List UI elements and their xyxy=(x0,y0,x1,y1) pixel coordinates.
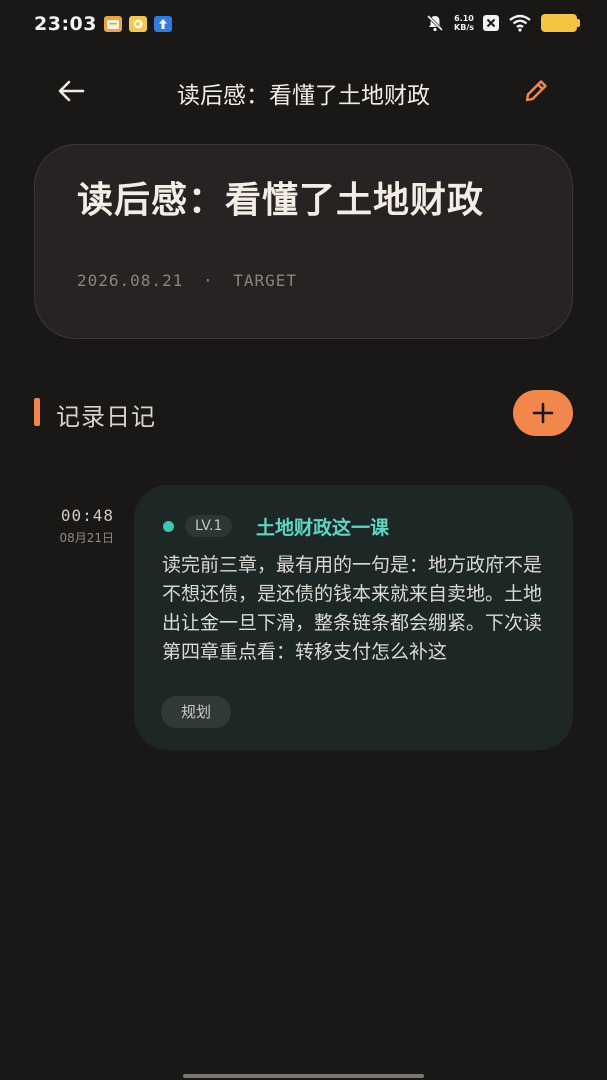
entry-time: 00:48 xyxy=(60,506,114,525)
upload-icon xyxy=(154,16,172,32)
entry-title: 土地财政这一课 xyxy=(256,517,390,539)
entry-level-badge: LV.1 xyxy=(185,515,233,537)
screen: 23:03 6.10 KB/s 读后感：看懂了土地财政 读后感：看懂了土地财政 … xyxy=(0,0,607,1080)
entry-body: 读完前三章，最有用的一句是：地方政府不是不想还债，是还债的钱本来就来自卖地。土地… xyxy=(162,554,543,663)
entry-status-dot xyxy=(163,521,174,532)
diary-title: 读后感：看懂了土地财政 xyxy=(77,180,485,221)
home-indicator[interactable] xyxy=(183,1074,424,1078)
x-icon xyxy=(483,15,499,31)
diary-meta: 2026.08.21 · TARGET xyxy=(77,271,297,290)
app-notification-icon xyxy=(129,16,147,32)
entry-date: 08月21日 xyxy=(59,531,114,545)
diary-summary-card: 读后感：看懂了土地财政 2026.08.21 · TARGET xyxy=(34,144,573,339)
mute-bell-icon xyxy=(426,14,444,32)
section-accent-bar xyxy=(34,398,40,426)
status-time: 23:03 xyxy=(34,13,97,35)
pencil-icon xyxy=(525,80,547,102)
section-title: 记录日记 xyxy=(56,403,156,431)
diary-entry-card[interactable]: LV.1 土地财政这一课 读完前三章，最有用的一句是：地方政府不是不想还债，是还… xyxy=(134,485,573,750)
plus-icon xyxy=(532,402,554,424)
diary-date: 2026.08.21 xyxy=(77,271,184,290)
status-bar: 23:03 6.10 KB/s xyxy=(0,0,607,50)
network-speed: 6.10 KB/s xyxy=(454,14,474,32)
meta-separator: · xyxy=(202,271,214,290)
entry-tag[interactable]: 规划 xyxy=(161,696,232,728)
app-bar: 读后感：看懂了土地财政 xyxy=(0,60,607,120)
status-right: 6.10 KB/s xyxy=(425,13,580,33)
add-entry-button[interactable] xyxy=(513,390,573,436)
app-notification-icon xyxy=(104,16,122,32)
battery-icon xyxy=(541,14,580,32)
wifi-icon xyxy=(509,14,531,32)
edit-button[interactable] xyxy=(515,70,557,112)
notification-icons xyxy=(104,16,172,32)
diary-type: TARGET xyxy=(233,271,298,290)
